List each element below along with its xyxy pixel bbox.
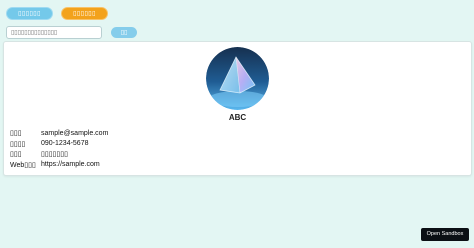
website-value[interactable]: https://sample.com [41, 161, 100, 168]
email-value: sample@sample.com [41, 129, 109, 137]
info-row-email: ▯▯▯ sample@sample.com [10, 128, 108, 139]
info-row-address: ▯▯▯ ▯▯▯▯▯▯▯ [10, 149, 108, 160]
email-label: ▯▯▯ [10, 130, 22, 138]
phone-label: ▯▯▯▯ [10, 140, 26, 148]
open-sandbox-button[interactable]: Open Sandbox [421, 228, 469, 241]
avatar [206, 47, 269, 110]
tab-bar: ▯▯▯▯▯▯ ▯▯▯▯▯▯ [6, 7, 108, 20]
tab-second[interactable]: ▯▯▯▯▯▯ [61, 7, 108, 20]
website-link[interactable]: https://sample.com [41, 161, 100, 168]
profile-card: ABC ▯▯▯ sample@sample.com ▯▯▯▯ 090-1234-… [3, 41, 472, 176]
search-input[interactable] [6, 26, 102, 39]
website-label: Web▯▯▯ [10, 161, 36, 169]
profile-info-list: ▯▯▯ sample@sample.com ▯▯▯▯ 090-1234-5678… [10, 128, 108, 170]
search-bar: ▯▯ [6, 26, 137, 39]
phone-value: 090-1234-5678 [41, 140, 89, 148]
search-button[interactable]: ▯▯ [111, 27, 137, 38]
info-row-phone: ▯▯▯▯ 090-1234-5678 [10, 139, 108, 150]
address-value: ▯▯▯▯▯▯▯ [41, 151, 68, 159]
profile-name: ABC [228, 113, 247, 122]
info-row-website: Web▯▯▯ https://sample.com [10, 160, 108, 171]
address-label: ▯▯▯ [10, 151, 22, 159]
prism-logo-image [206, 47, 269, 110]
tab-first[interactable]: ▯▯▯▯▯▯ [6, 7, 53, 20]
